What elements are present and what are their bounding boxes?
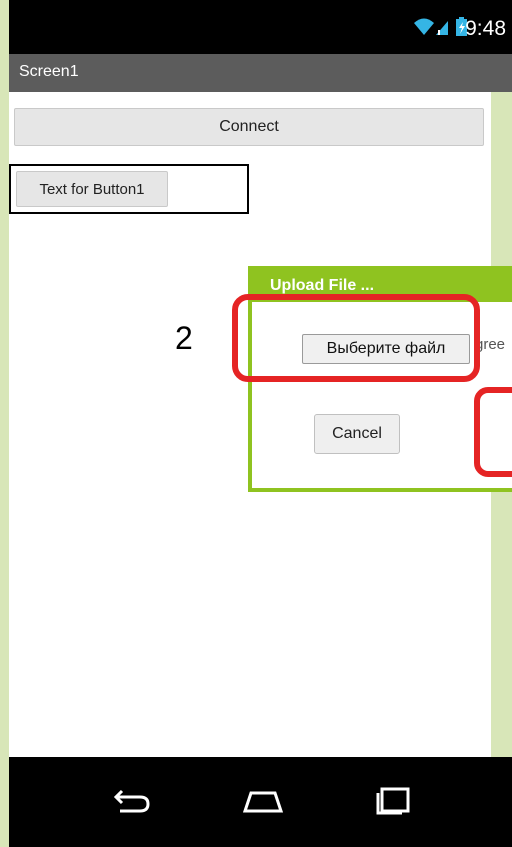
button1[interactable]: Text for Button1 bbox=[16, 171, 168, 207]
wifi-icon bbox=[414, 18, 434, 35]
highlight-box-choose-file bbox=[232, 294, 480, 382]
home-icon[interactable] bbox=[241, 785, 285, 820]
status-time: 9:48 bbox=[465, 17, 506, 40]
cell-signal-icon bbox=[436, 21, 448, 35]
nav-bar bbox=[9, 757, 512, 847]
cancel-button[interactable]: Cancel bbox=[314, 414, 400, 454]
highlight-box-ok bbox=[474, 387, 512, 477]
back-icon[interactable] bbox=[112, 785, 152, 820]
outer-frame bbox=[0, 0, 9, 847]
dialog-title: Upload File ... bbox=[270, 277, 375, 294]
screen-title: Screen1 bbox=[19, 63, 79, 80]
step-number: 2 bbox=[175, 320, 193, 356]
title-bar: Screen1 bbox=[9, 54, 512, 92]
connect-button[interactable]: Connect bbox=[14, 108, 484, 146]
status-bar: 9:48 bbox=[9, 0, 512, 54]
recent-apps-icon[interactable] bbox=[374, 785, 414, 820]
status-icons bbox=[412, 15, 472, 44]
